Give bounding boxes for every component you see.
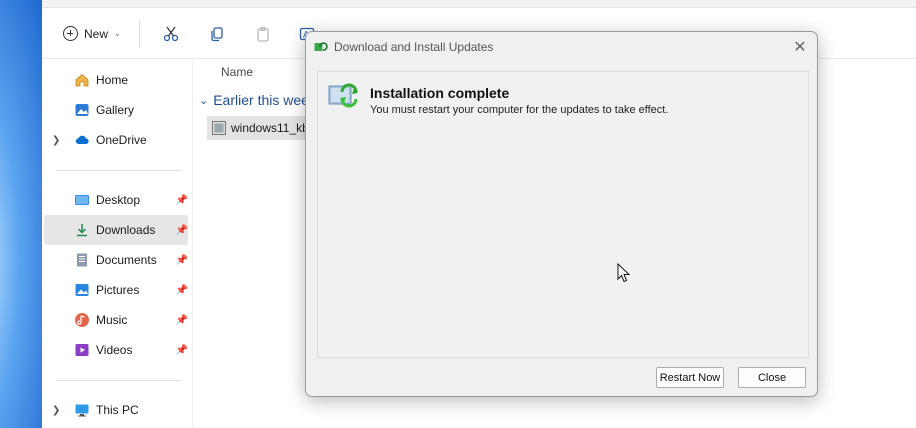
home-icon: [74, 72, 90, 88]
nav-item-label: Pictures: [96, 283, 140, 297]
copy-icon: [211, 26, 223, 41]
nav-item-label: OneDrive: [96, 133, 147, 147]
cloud-icon: [74, 132, 90, 148]
chevron-right-icon[interactable]: ❯: [52, 135, 60, 146]
navigation-pane: Home Gallery ❯ OneDrive Desktop 📌 Downlo…: [42, 60, 190, 428]
cut-button[interactable]: [154, 19, 188, 49]
dialog-titlebar[interactable]: Download and Install Updates: [306, 32, 817, 62]
chevron-down-icon: ⌄: [114, 29, 121, 38]
nav-item-home[interactable]: Home: [44, 65, 188, 95]
nav-item-label: Music: [96, 313, 128, 327]
update-dialog: Download and Install Updates ✕ Installat…: [305, 31, 818, 397]
nav-item-label: Gallery: [96, 103, 135, 117]
nav-divider: [56, 380, 181, 381]
close-icon[interactable]: ✕: [789, 36, 811, 58]
pin-icon: 📌: [175, 284, 188, 296]
dialog-heading: Installation complete: [370, 85, 510, 101]
nav-item-pictures[interactable]: Pictures 📌: [44, 275, 188, 305]
nav-item-label: Downloads: [96, 223, 156, 237]
nav-item-onedrive[interactable]: ❯ OneDrive: [44, 125, 188, 155]
desktop-icon: [74, 192, 90, 208]
nav-item-this-pc[interactable]: ❯ This PC: [44, 395, 188, 425]
pin-icon: 📌: [175, 314, 188, 326]
scissors-icon: [163, 26, 178, 41]
music-icon: [74, 312, 90, 328]
close-button[interactable]: Close: [738, 367, 806, 388]
new-button[interactable]: New ⌄: [59, 19, 125, 49]
file-name: windows11_kb5: [231, 121, 316, 135]
pin-icon: 📌: [175, 344, 188, 356]
toolbar-divider: [138, 19, 140, 48]
pictures-icon: [74, 282, 90, 298]
chevron-right-icon[interactable]: ❯: [52, 405, 60, 416]
pin-icon: 📌: [175, 254, 188, 266]
restart-now-button[interactable]: Restart Now: [656, 367, 724, 388]
installer-file-icon: [212, 121, 226, 135]
nav-item-label: Desktop: [96, 193, 141, 207]
dialog-message: You must restart your computer for the u…: [370, 104, 669, 116]
paste-button[interactable]: [246, 19, 280, 49]
nav-item-label: Home: [96, 73, 129, 87]
install-updates-icon: [328, 83, 362, 112]
nav-item-label: This PC: [96, 403, 139, 417]
download-icon: [74, 222, 90, 238]
nav-item-label: Videos: [96, 343, 133, 357]
nav-item-documents[interactable]: Documents 📌: [44, 245, 188, 275]
nav-item-desktop[interactable]: Desktop 📌: [44, 185, 188, 215]
document-icon: [74, 252, 90, 268]
chevron-down-icon: ⌄: [199, 94, 209, 107]
group-header[interactable]: ⌄ Earlier this wee: [199, 92, 309, 108]
new-button-label: New: [84, 26, 109, 41]
dialog-title: Download and Install Updates: [334, 40, 494, 54]
gallery-icon: [74, 102, 90, 118]
nav-item-label: Documents: [96, 253, 157, 267]
pc-icon: [74, 402, 90, 418]
pin-icon: 📌: [175, 224, 188, 236]
nav-item-downloads[interactable]: Downloads 📌: [44, 215, 188, 245]
nav-item-gallery[interactable]: Gallery: [44, 95, 188, 125]
update-icon: [314, 42, 328, 51]
group-title: Earlier this wee: [213, 92, 309, 108]
dialog-content-panel: Installation complete You must restart y…: [317, 71, 809, 358]
nav-item-music[interactable]: Music 📌: [44, 305, 188, 335]
desktop-wallpaper: [0, 0, 44, 428]
plus-circle-icon: [63, 26, 78, 41]
video-icon: [74, 342, 90, 358]
paste-icon: [257, 26, 269, 42]
column-header-name[interactable]: Name: [221, 65, 253, 79]
mouse-cursor-icon: [617, 262, 631, 286]
explorer-title-strip: [42, 0, 916, 8]
pin-icon: 📌: [175, 194, 188, 206]
nav-item-videos[interactable]: Videos 📌: [44, 335, 188, 365]
nav-divider: [56, 170, 181, 171]
copy-button[interactable]: [200, 19, 234, 49]
